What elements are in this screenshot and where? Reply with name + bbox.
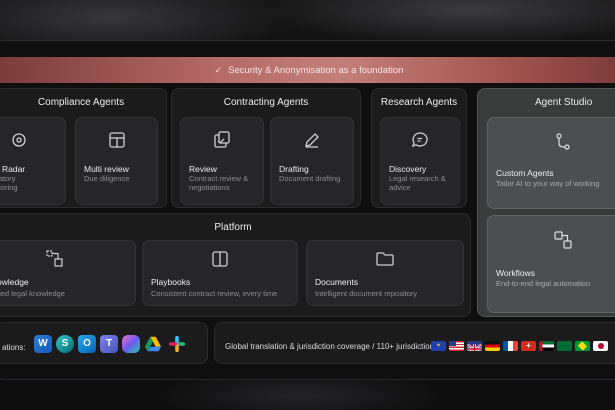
card-subtitle: nitoring xyxy=(0,183,18,192)
card-title: owledge xyxy=(0,277,29,287)
outlook-icon: O xyxy=(78,335,96,353)
saudi-flag-icon xyxy=(557,341,572,351)
germany-flag-icon xyxy=(485,341,500,351)
table-icon xyxy=(107,130,127,150)
knowledge-card[interactable]: owledge fied legal knowledge xyxy=(0,240,136,306)
integrations-label: ations: xyxy=(2,343,26,352)
regulatory-radar-card[interactable]: al Radar ulatory nitoring xyxy=(0,117,66,205)
card-subtitle: ulatory xyxy=(0,174,16,183)
card-subtitle: Legal research & xyxy=(389,174,446,183)
slack-icon xyxy=(168,335,186,353)
card-title: Drafting xyxy=(279,164,309,174)
card-subtitle: Due diligence xyxy=(84,174,130,183)
security-banner: ✓ Security & Anonymisation as a foundati… xyxy=(0,57,615,83)
knowledge-icon xyxy=(45,249,65,269)
uk-flag-icon xyxy=(467,341,482,351)
card-subtitle: negotiations xyxy=(189,183,230,192)
card-subtitle: Document drafting xyxy=(279,174,341,183)
check-circle-icon: ✓ xyxy=(214,64,223,75)
card-title: al Radar xyxy=(0,164,26,174)
card-title: Documents xyxy=(315,277,358,287)
agent-studio-title: Agent Studio xyxy=(535,97,593,108)
branch-icon xyxy=(553,132,573,152)
documents-card[interactable]: Documents Intelligent document repositor… xyxy=(306,240,464,306)
research-agents-panel: Research Agents Discovery Legal research… xyxy=(371,88,467,208)
card-title: Review xyxy=(189,164,217,174)
platform-title: Platform xyxy=(214,222,252,233)
integrations-bar: ations: W S O T xyxy=(0,322,208,364)
contracting-agents-title: Contracting Agents xyxy=(223,97,309,108)
compliance-agents-panel: Compliance Agents al Radar ulatory nitor… xyxy=(0,88,167,208)
playbooks-card[interactable]: Playbooks Consistent contract review, ev… xyxy=(142,240,298,306)
sharepoint-icon: S xyxy=(56,335,74,353)
workflow-icon xyxy=(553,230,573,250)
eu-flag-icon: ✶ xyxy=(431,341,446,351)
card-subtitle: Contract review & xyxy=(189,174,249,183)
card-title: Multi review xyxy=(84,164,129,174)
japan-flag-icon xyxy=(593,341,608,351)
card-subtitle: End-to-end legal automation xyxy=(496,279,591,288)
coverage-bar: Global translation & jurisdiction covera… xyxy=(214,322,615,364)
card-subtitle: advice xyxy=(389,183,411,192)
custom-agents-card[interactable]: Custom Agents Tailor AI to your way of w… xyxy=(487,117,615,209)
compliance-agents-title: Compliance Agents xyxy=(37,97,125,108)
radar-icon xyxy=(9,130,29,150)
card-title: Workflows xyxy=(496,268,536,278)
google-drive-icon xyxy=(144,335,162,353)
book-icon xyxy=(210,249,230,269)
review-check-icon xyxy=(212,130,232,150)
card-title: Playbooks xyxy=(151,277,191,287)
word-icon: W xyxy=(34,335,52,353)
platform-panel: Platform owledge fied legal knowledge Pl… xyxy=(0,213,471,317)
pen-icon xyxy=(302,130,322,150)
card-title: Custom Agents xyxy=(496,168,554,178)
research-agents-title: Research Agents xyxy=(380,97,458,108)
discovery-card[interactable]: Discovery Legal research & advice xyxy=(380,117,460,205)
card-subtitle: Intelligent document repository xyxy=(315,289,418,298)
teams-icon: T xyxy=(100,335,118,353)
copilot-icon xyxy=(122,335,140,353)
switzerland-flag-icon: + xyxy=(521,341,536,351)
workflows-card[interactable]: Workflows End-to-end legal automation xyxy=(487,215,615,313)
agent-studio-panel: Agent Studio Custom Agents Tailor AI to … xyxy=(477,88,615,317)
banner-text: Security & Anonymisation as a foundation xyxy=(228,64,404,76)
overview-frame: ✓ Security & Anonymisation as a foundati… xyxy=(0,40,615,380)
chat-icon xyxy=(410,130,430,150)
drafting-card[interactable]: Drafting Document drafting xyxy=(270,117,354,205)
card-title: Discovery xyxy=(389,164,427,174)
card-subtitle: Tailor AI to your way of working xyxy=(496,179,600,188)
card-subtitle: fied legal knowledge xyxy=(0,289,65,298)
contracting-agents-panel: Contracting Agents Review Contract revie… xyxy=(171,88,361,208)
coverage-text: Global translation & jurisdiction covera… xyxy=(225,342,439,351)
folder-icon xyxy=(375,249,395,269)
review-card[interactable]: Review Contract review & negotiations xyxy=(180,117,264,205)
us-flag-icon xyxy=(449,341,464,351)
multi-review-card[interactable]: Multi review Due diligence xyxy=(75,117,158,205)
france-flag-icon xyxy=(503,341,518,351)
brazil-flag-icon xyxy=(575,341,590,351)
uae-flag-icon xyxy=(539,341,554,351)
card-subtitle: Consistent contract review, every time xyxy=(151,289,278,298)
